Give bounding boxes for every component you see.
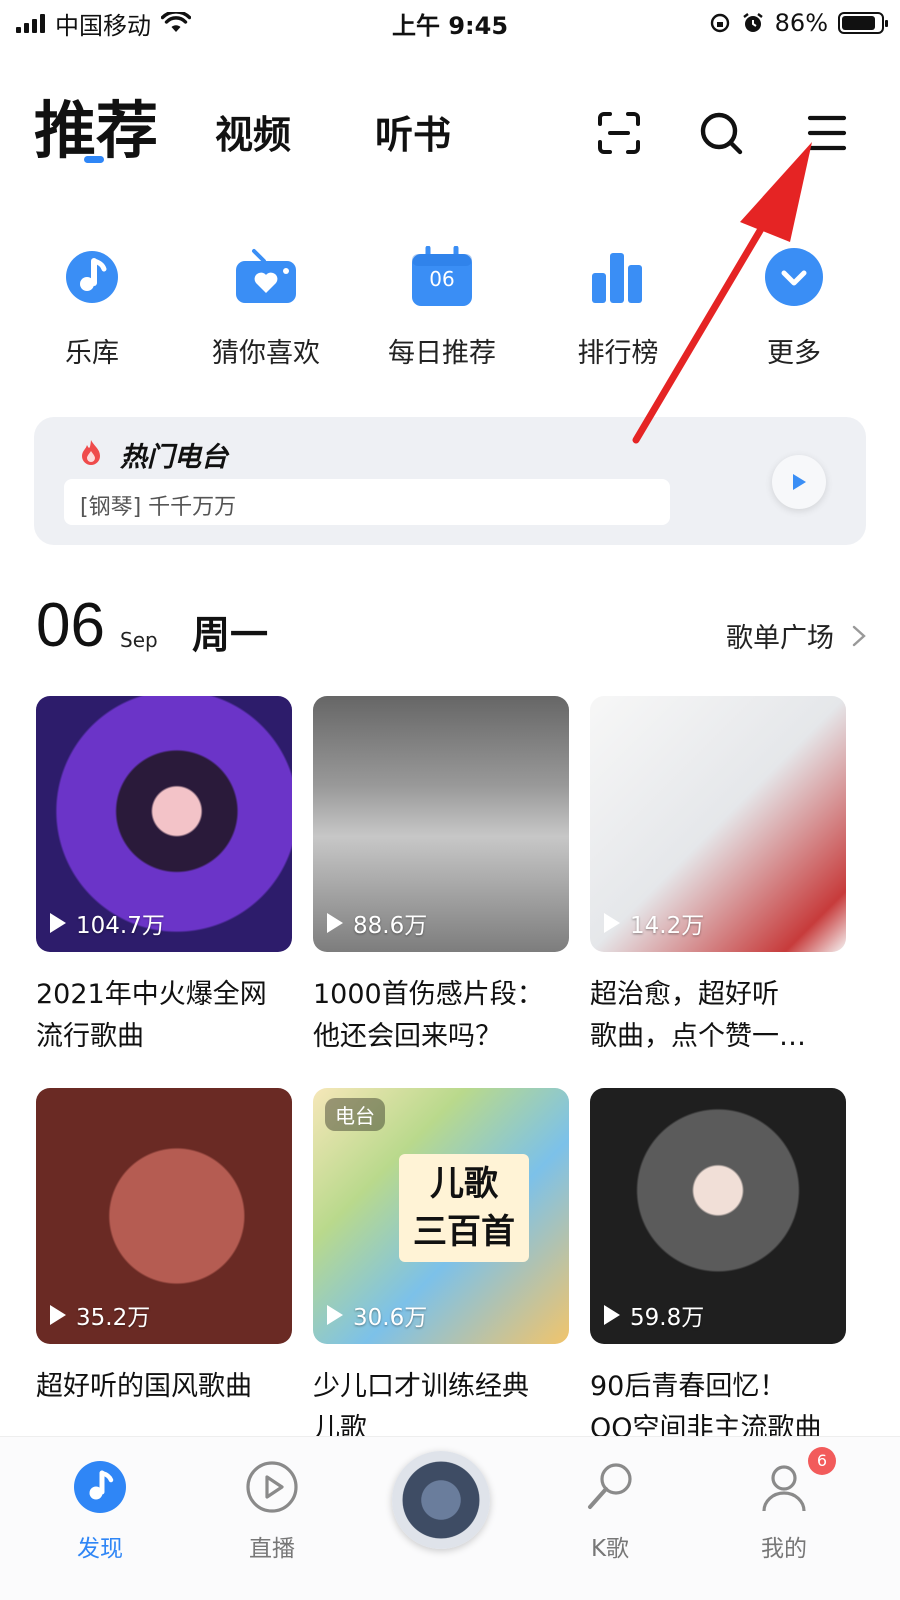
quick-entry-charts[interactable]: 排行榜: [548, 245, 688, 370]
top-tab-bar: 推荐 视频 听书: [0, 80, 900, 180]
nav-label: 直播: [249, 1536, 295, 1562]
now-playing-disc[interactable]: [392, 1451, 490, 1549]
heart-radio-icon: [234, 245, 298, 309]
playlist-title[interactable]: 2021年中火爆全网 流行歌曲: [36, 974, 292, 1058]
music-note-icon: [60, 245, 124, 309]
play-count-icon: [604, 1305, 620, 1325]
play-circle-icon: [244, 1459, 300, 1515]
playlist-cover[interactable]: 电台 儿歌 三百首 30.6万: [313, 1088, 569, 1344]
play-count: 35.2万: [76, 1305, 151, 1331]
quick-entry-daily-recommend[interactable]: 06 每日推荐: [372, 245, 512, 370]
quick-entry-label: 每日推荐: [388, 338, 496, 369]
playlist-cover[interactable]: 104.7万: [36, 696, 292, 952]
playlist-plaza-label: 歌单广场: [726, 623, 834, 654]
playlist-card[interactable]: 88.6万 1000首伤感片段： 他还会回来吗？: [313, 696, 569, 1058]
bottom-nav: 发现 直播 K歌 我的 6: [0, 1436, 900, 1600]
carrier-name: 中国移动: [55, 11, 151, 40]
nav-profile[interactable]: 我的: [724, 1459, 844, 1563]
quick-entry-label: 排行榜: [577, 338, 659, 369]
menu-icon[interactable]: [804, 110, 850, 156]
chevron-down-circle-icon: [762, 245, 826, 309]
search-icon[interactable]: [698, 110, 744, 156]
quick-entry-guess-you-like[interactable]: 猜你喜欢: [196, 245, 336, 370]
playlist-title[interactable]: 超好听的国风歌曲: [36, 1366, 292, 1408]
date-header: 06 Sep 周一 歌单广场: [36, 590, 866, 660]
playlist-title[interactable]: 超治愈，超好听 歌曲，点个赞一…: [590, 974, 846, 1058]
playlist-card[interactable]: 104.7万 2021年中火爆全网 流行歌曲: [36, 696, 292, 1058]
play-count: 104.7万: [76, 913, 165, 939]
bar-chart-icon: [586, 245, 650, 309]
wifi-icon: [161, 12, 191, 32]
user-icon: [756, 1459, 812, 1515]
calendar-day-text: 06: [429, 267, 455, 291]
play-count: 59.8万: [630, 1305, 705, 1331]
nav-live[interactable]: 直播: [212, 1459, 332, 1563]
date-weekday: 周一: [192, 613, 269, 657]
status-time: 上午 9:45: [391, 11, 509, 40]
active-tab-indicator: [84, 156, 104, 163]
playlist-plaza-link[interactable]: 歌单广场: [726, 616, 866, 655]
cover-title-text: 儿歌 三百首: [399, 1154, 529, 1262]
play-count-icon: [327, 913, 343, 933]
nav-label: 发现: [77, 1536, 123, 1562]
playlist-cover[interactable]: 88.6万: [313, 696, 569, 952]
play-icon: [793, 474, 806, 490]
nav-label: K歌: [590, 1536, 630, 1562]
radio-badge: 电台: [325, 1098, 385, 1131]
quick-entry-row: 乐库 猜你喜欢 06 每日推荐 排行榜 更多: [0, 245, 900, 375]
chevron-right-icon: [852, 625, 866, 646]
scan-icon[interactable]: [596, 110, 642, 156]
quick-entry-more[interactable]: 更多: [724, 245, 864, 370]
nav-discover[interactable]: 发现: [40, 1459, 160, 1563]
quick-entry-label: 更多: [767, 338, 821, 369]
hot-radio-play-button[interactable]: [772, 455, 826, 509]
play-count-icon: [604, 913, 620, 933]
playlist-card[interactable]: 电台 儿歌 三百首 30.6万 少儿口才训练经典 儿歌: [313, 1088, 569, 1450]
quick-entry-library[interactable]: 乐库: [22, 245, 162, 370]
calendar-icon: 06: [410, 245, 474, 309]
playlist-title[interactable]: 1000首伤感片段： 他还会回来吗？: [313, 974, 569, 1058]
playlist-card[interactable]: 35.2万 超好听的国风歌曲: [36, 1088, 292, 1408]
flame-icon: [82, 440, 100, 465]
music-note-icon: [72, 1459, 128, 1515]
playlist-cover[interactable]: 59.8万: [590, 1088, 846, 1344]
quick-entry-label: 乐库: [65, 338, 119, 369]
date-month: Sep: [120, 628, 158, 652]
quick-entry-label: 猜你喜欢: [212, 338, 320, 369]
notification-badge: 6: [808, 1447, 836, 1475]
date-day: 06: [36, 591, 105, 660]
alarm-icon: [742, 13, 763, 32]
play-count: 88.6万: [353, 913, 428, 939]
play-count-icon: [50, 1305, 66, 1325]
nav-karaoke[interactable]: K歌: [550, 1459, 670, 1563]
hot-radio-title: 热门电台: [120, 442, 228, 473]
tab-video[interactable]: 视频: [215, 104, 291, 159]
microphone-icon: [582, 1459, 638, 1515]
rotation-lock-icon: [710, 13, 729, 33]
battery-icon: [838, 12, 888, 34]
playlist-card[interactable]: 59.8万 90后青春回忆！ QQ空间非主流歌曲: [590, 1088, 846, 1450]
cellular-signal-icon: [16, 13, 45, 33]
hot-radio-card[interactable]: 热门电台 [钢琴] 千千万万: [34, 417, 866, 545]
play-count: 30.6万: [353, 1305, 428, 1331]
tab-audiobook[interactable]: 听书: [375, 104, 451, 159]
playlist-cover[interactable]: 35.2万: [36, 1088, 292, 1344]
hot-radio-current-track[interactable]: [钢琴] 千千万万: [64, 479, 670, 525]
status-bar: 中国移动 上午 9:45 86%: [0, 0, 900, 46]
play-count-icon: [327, 1305, 343, 1325]
play-count: 14.2万: [630, 913, 705, 939]
play-count-icon: [50, 913, 66, 933]
playlist-card[interactable]: 14.2万 超治愈，超好听 歌曲，点个赞一…: [590, 696, 846, 1058]
playlist-cover[interactable]: 14.2万: [590, 696, 846, 952]
nav-label: 我的: [761, 1536, 807, 1562]
battery-percent: 86%: [774, 9, 828, 37]
